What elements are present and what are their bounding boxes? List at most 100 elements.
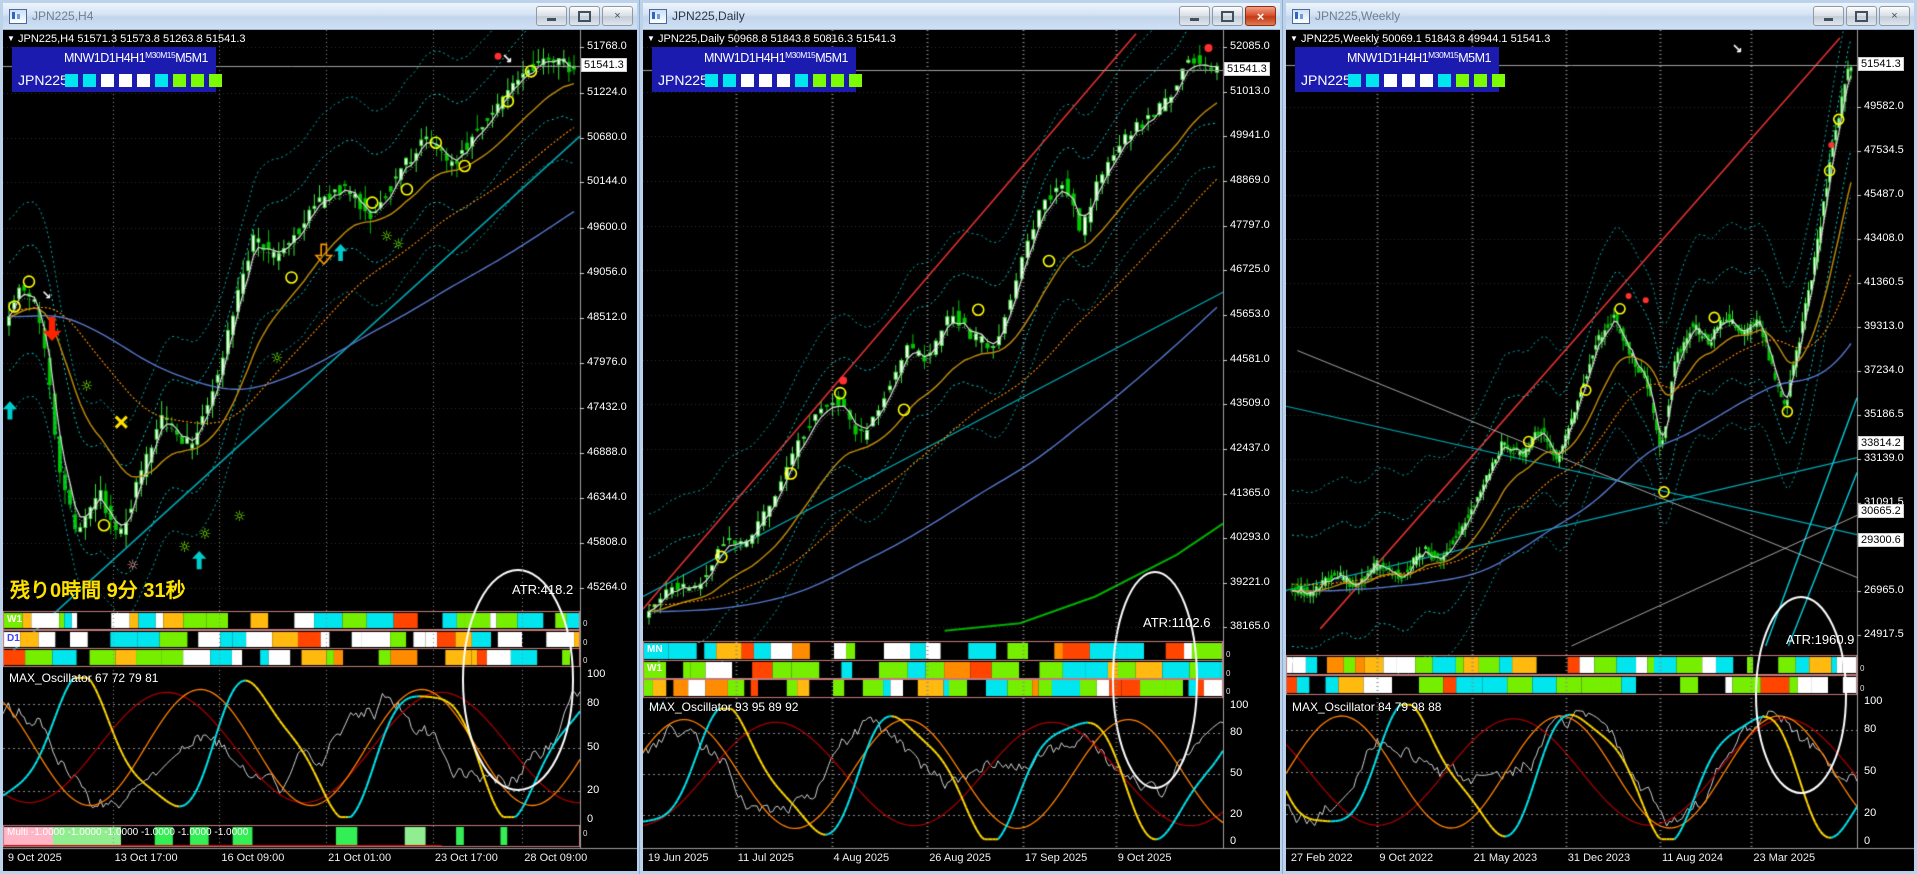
timeframe-status-squares	[1348, 74, 1505, 87]
quote-line[interactable]: ▼ JPN225,H4 51571.3 51573.8 51263.8 5154…	[7, 33, 246, 45]
date-axis-tick[interactable]: 27 Feb 2022	[1291, 852, 1353, 864]
minimize-button[interactable]	[1813, 6, 1844, 26]
maximize-icon	[1855, 10, 1868, 22]
date-axis-tick[interactable]: 31 Dec 2023	[1568, 852, 1630, 864]
oscillator-scale-tick: 100	[1230, 699, 1249, 711]
timeframe-status-squares	[705, 74, 862, 87]
timeframe-labels: MNW1D1H4H1M30M15M5M1	[1347, 50, 1492, 65]
close-button[interactable]: ×	[602, 6, 633, 26]
chart-window-icon	[1292, 8, 1310, 24]
timeframe-status-square-h4	[119, 74, 132, 87]
date-axis-tick[interactable]: 9 Oct 2025	[1118, 852, 1172, 864]
price-axis-tick: 41365.0	[1230, 486, 1270, 499]
title-bar[interactable]: JPN225,Weekly ×	[1286, 3, 1914, 30]
oscillator-label: MAX_Oscillator 84 79 98 88	[1292, 700, 1442, 714]
price-axis-tick: 47432.0	[587, 400, 627, 413]
timeframe-status-square-mn	[65, 74, 78, 87]
indicator-row-scale-zero: 0	[583, 638, 588, 647]
minimize-button[interactable]	[536, 6, 567, 26]
price-chart-canvas[interactable]	[1286, 30, 1914, 871]
quote-line[interactable]: ▼ JPN225,Weekly 50069.1 51843.8 49944.1 …	[1290, 33, 1550, 45]
oscillator-scale-tick: 80	[587, 697, 600, 709]
date-axis-tick[interactable]: 16 Oct 09:00	[221, 852, 284, 864]
timeframe-status-square-m30	[155, 74, 168, 87]
timeframe-status-square-mn	[1348, 74, 1361, 87]
title-bar[interactable]: JPN225,Daily ×	[643, 3, 1280, 30]
price-axis-tick: 39221.0	[1230, 576, 1270, 589]
date-axis-tick[interactable]: 17 Sep 2025	[1025, 852, 1087, 864]
minimize-button[interactable]	[1179, 6, 1210, 26]
ohlc-values: 50968.8 51843.8 50816.3 51541.3	[727, 33, 896, 45]
chart-window-h4: JPN225,H4 × ▼ JPN225,H4 51571.3 51573.8 …	[0, 0, 641, 874]
timeframe-status-square-d1	[741, 74, 754, 87]
oscillator-scale-tick: 20	[1230, 807, 1243, 820]
price-axis-tick: 46888.0	[587, 446, 627, 458]
panel-symbol: JPN225	[658, 72, 708, 88]
price-axis-tick: 24917.5	[1864, 627, 1904, 640]
title-bar[interactable]: JPN225,H4 ×	[3, 3, 637, 30]
oscillator-scale-tick: 80	[1864, 723, 1877, 735]
price-axis-tick: 45264.0	[587, 581, 627, 594]
timeframe-status-square-h4	[1402, 74, 1415, 87]
chart-client-area[interactable]: ▼ JPN225,Weekly 50069.1 51843.8 49944.1 …	[1286, 30, 1914, 871]
indicator-row-scale-zero: 0	[1226, 669, 1231, 678]
timeframe-label-m5: M5	[1458, 51, 1475, 65]
timeframe-status-square-m5	[191, 74, 204, 87]
date-axis-tick[interactable]: 26 Aug 2025	[929, 852, 991, 864]
price-axis-tick: 35186.5	[1864, 408, 1904, 421]
date-axis-tick[interactable]: 19 Jun 2025	[648, 852, 709, 864]
date-axis-tick[interactable]: 21 May 2023	[1474, 852, 1538, 864]
oscillator-scale-tick: 100	[1864, 695, 1883, 707]
timeframe-status-square-m15	[1456, 74, 1469, 87]
indicator-row-scale-zero: 0	[1860, 684, 1865, 693]
date-axis-tick[interactable]: 4 Aug 2025	[834, 852, 890, 864]
timeframe-status-square-mn	[705, 74, 718, 87]
maximize-icon	[578, 10, 591, 22]
price-chart-canvas[interactable]	[643, 30, 1280, 871]
indicator-row-label: MN	[647, 644, 663, 655]
date-axis-tick[interactable]: 11 Aug 2024	[1662, 852, 1723, 864]
chart-client-area[interactable]: ▼ JPN225,Daily 50968.8 51843.8 50816.3 5…	[643, 30, 1280, 871]
timeframe-status-square-w1	[1366, 74, 1379, 87]
price-axis-tick: 40293.0	[1230, 531, 1270, 544]
date-axis-tick[interactable]: 23 Oct 17:00	[435, 852, 498, 864]
indicator-row-scale-zero: 0	[583, 656, 588, 665]
maximize-button[interactable]	[1846, 6, 1877, 26]
indicator-row-scale-zero: 0	[583, 619, 588, 628]
timeframe-labels: MNW1D1H4H1M30M15M5M1	[704, 50, 849, 65]
price-chart-canvas[interactable]	[3, 30, 637, 871]
date-axis-tick[interactable]: 13 Oct 17:00	[115, 852, 178, 864]
timeframe-label-h1: H1	[130, 51, 146, 65]
quote-line[interactable]: ▼ JPN225,Daily 50968.8 51843.8 50816.3 5…	[647, 33, 896, 45]
price-axis-tick: 39313.0	[1864, 319, 1904, 332]
timeframe-label-h1: H1	[1413, 51, 1429, 65]
date-axis-tick[interactable]: 23 Mar 2025	[1753, 852, 1815, 864]
close-button[interactable]: ×	[1245, 6, 1276, 26]
oscillator-scale-tick: 80	[1230, 726, 1243, 739]
close-button[interactable]: ×	[1879, 6, 1910, 26]
price-level-tag: 30665.2	[1858, 503, 1904, 518]
price-axis-tick: 42437.0	[1230, 442, 1270, 455]
chevron-down-icon[interactable]: ▼	[7, 34, 15, 43]
price-axis-tick: 45487.0	[1864, 187, 1904, 200]
chart-window-daily: JPN225,Daily × ▼ JPN225,Daily 50968.8 51…	[639, 0, 1284, 874]
atr-label: ATR:1960.9	[1786, 632, 1855, 647]
maximize-button[interactable]	[569, 6, 600, 26]
date-axis-tick[interactable]: 11 Jul 2025	[738, 852, 794, 864]
timeframe-status-square-m5	[1474, 74, 1487, 87]
date-axis-tick[interactable]: 21 Oct 01:00	[328, 852, 391, 864]
chevron-down-icon[interactable]: ▼	[647, 34, 655, 43]
oscillator-scale-tick: 100	[587, 668, 606, 680]
timeframe-status-square-d1	[1384, 74, 1397, 87]
maximize-button[interactable]	[1212, 6, 1243, 26]
date-axis-tick[interactable]: 28 Oct 09:00	[524, 852, 587, 864]
atr-label: ATR:1102.6	[1143, 615, 1211, 630]
chart-window-weekly: JPN225,Weekly × ▼ JPN225,Weekly 50069.1 …	[1282, 0, 1917, 874]
indicator-row-scale-zero: 0	[583, 829, 588, 838]
price-axis-tick: 46344.0	[587, 491, 627, 504]
timeframe-label-m30: M30	[785, 50, 801, 60]
date-axis-tick[interactable]: 9 Oct 2022	[1379, 852, 1433, 864]
chart-client-area[interactable]: ▼ JPN225,H4 51571.3 51573.8 51263.8 5154…	[3, 30, 637, 871]
chevron-down-icon[interactable]: ▼	[1290, 34, 1298, 43]
date-axis-tick[interactable]: 9 Oct 2025	[8, 852, 62, 864]
